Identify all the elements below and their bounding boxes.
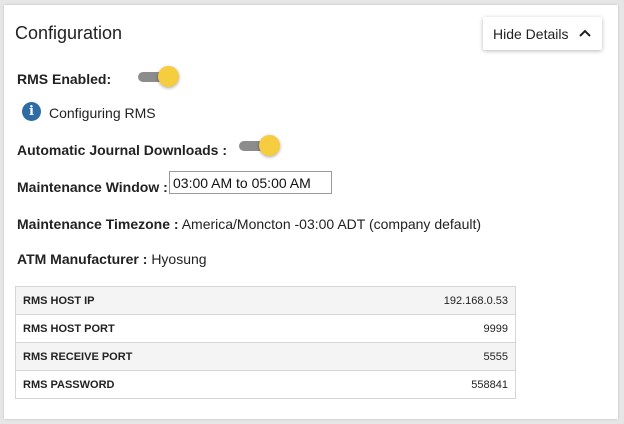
maintenance-window-input[interactable] bbox=[169, 171, 332, 194]
hide-details-button[interactable]: Hide Details bbox=[483, 17, 602, 50]
rms-host-port-key: RMS HOST PORT bbox=[15, 314, 322, 343]
maintenance-timezone-label: Maintenance Timezone : bbox=[17, 216, 179, 232]
info-message: Configuring RMS bbox=[49, 105, 156, 121]
table-row: RMS HOST PORT 9999 bbox=[15, 314, 517, 343]
rms-host-ip-value: 192.168.0.53 bbox=[321, 286, 517, 315]
table-row: RMS PASSWORD 558841 bbox=[15, 370, 517, 399]
maintenance-timezone-row: Maintenance Timezone : America/Moncton -… bbox=[17, 216, 481, 232]
table-row: RMS HOST IP 192.168.0.53 bbox=[15, 286, 517, 315]
maintenance-window-label: Maintenance Window : bbox=[17, 179, 168, 195]
rms-enabled-toggle[interactable] bbox=[138, 66, 182, 88]
hide-details-label: Hide Details bbox=[493, 25, 569, 42]
rms-receive-port-value: 5555 bbox=[321, 342, 517, 371]
rms-password-key: RMS PASSWORD bbox=[15, 370, 322, 399]
rms-host-port-value: 9999 bbox=[321, 314, 517, 343]
atm-manufacturer-row: ATM Manufacturer : Hyosung bbox=[17, 251, 207, 267]
auto-journal-toggle[interactable] bbox=[239, 135, 283, 157]
table-row: RMS RECEIVE PORT 5555 bbox=[15, 342, 517, 371]
atm-manufacturer-value: Hyosung bbox=[151, 251, 207, 267]
configuration-card: Configuration Hide Details RMS Enabled: … bbox=[4, 5, 618, 419]
maintenance-timezone-value: America/Moncton -03:00 ADT (company defa… bbox=[181, 216, 482, 232]
rms-host-ip-key: RMS HOST IP bbox=[15, 286, 322, 315]
page-title: Configuration bbox=[15, 23, 123, 43]
rms-receive-port-key: RMS RECEIVE PORT bbox=[15, 342, 322, 371]
info-icon: i bbox=[22, 102, 41, 121]
atm-manufacturer-label: ATM Manufacturer : bbox=[17, 251, 148, 267]
rms-details-table: RMS HOST IP 192.168.0.53 RMS HOST PORT 9… bbox=[15, 286, 517, 399]
toggle-thumb bbox=[158, 66, 179, 87]
toggle-thumb bbox=[259, 135, 280, 156]
rms-password-value: 558841 bbox=[321, 370, 517, 399]
chevron-up-icon bbox=[579, 29, 591, 37]
auto-journal-label: Automatic Journal Downloads : bbox=[17, 142, 228, 158]
rms-enabled-label: RMS Enabled: bbox=[17, 71, 112, 87]
